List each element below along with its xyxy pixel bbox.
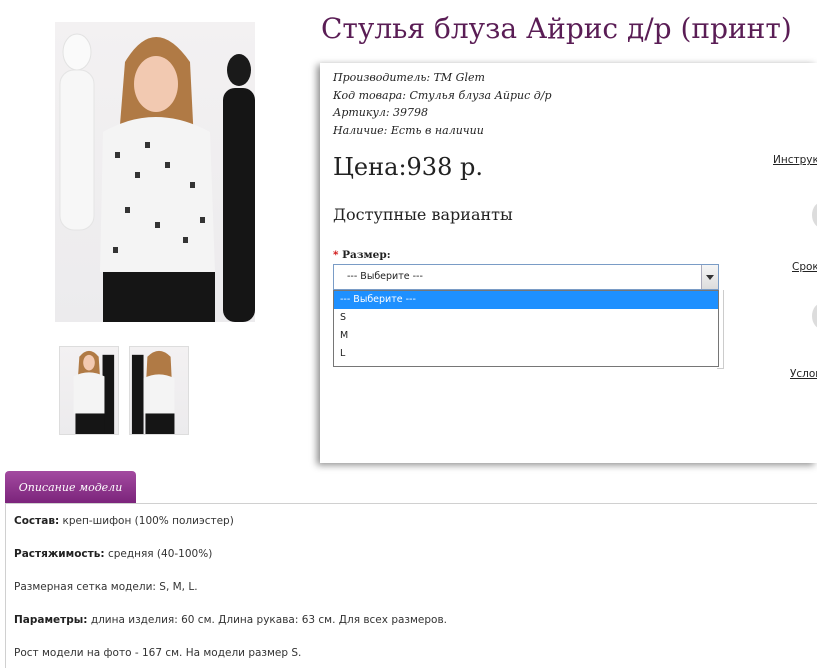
sku-row: Артикул: 39798 <box>333 104 552 122</box>
description-line-stretch: Растяжимость: средняя (40-100%) <box>14 548 212 560</box>
size-option-m[interactable]: M <box>334 327 718 345</box>
description-line-composition: Состав: креп-шифон (100% полиэстер) <box>14 515 234 527</box>
stock-label: Наличие: <box>333 123 388 137</box>
size-label-text: Размер: <box>342 249 391 261</box>
desc-value: средняя (40-100%) <box>107 548 213 560</box>
size-option-l[interactable]: L <box>334 345 718 363</box>
tab-model-description[interactable]: Описание модели <box>5 471 136 504</box>
size-select[interactable]: --- Выберите --- <box>333 264 719 290</box>
desc-label: Состав: <box>14 515 60 527</box>
product-info-panel: Производитель: TM Glem Код товара: Стуль… <box>320 63 817 463</box>
decorative-border-strip <box>0 662 817 668</box>
desc-value: Размерная сетка модели: S, M, L. <box>14 581 198 593</box>
terms-link[interactable]: Срок <box>792 261 817 273</box>
size-option-placeholder[interactable]: --- Выберите --- <box>334 291 718 309</box>
size-label: * Размер: <box>333 249 391 261</box>
manufacturer-value[interactable]: TM Glem <box>434 71 485 84</box>
product-code-row: Код товара: Стулья блуза Айрис д/р <box>333 87 552 105</box>
tab-content-border <box>5 503 6 668</box>
product-title: Стулья блуза Айрис д/р (принт) <box>321 12 792 45</box>
description-line-parameters: Параметры: длина изделия: 60 см. Длина р… <box>14 614 447 626</box>
conditions-link[interactable]: Услов <box>790 368 817 380</box>
variants-heading: Доступные варианты <box>333 205 513 224</box>
product-code-value: Стулья блуза Айрис д/р <box>409 88 552 102</box>
tab-divider <box>5 503 817 504</box>
size-dropdown-list[interactable]: --- Выберите --- S M L <box>333 290 719 367</box>
size-option-s[interactable]: S <box>334 309 718 327</box>
instructions-link[interactable]: Инструк <box>773 154 817 166</box>
product-main-image[interactable] <box>55 22 255 322</box>
desc-label: Параметры: <box>14 614 88 626</box>
product-thumbnail-2[interactable] <box>129 346 189 435</box>
chevron-down-icon[interactable] <box>701 265 718 289</box>
size-select-value: --- Выберите --- <box>347 271 423 282</box>
stock-row: Наличие: Есть в наличии <box>333 122 552 140</box>
desc-value: длина изделия: 60 см. Длина рукава: 63 с… <box>90 614 447 626</box>
sku-value: 39798 <box>393 106 429 119</box>
product-price: Цена:938 р. <box>333 153 483 181</box>
description-line-model-height: Рост модели на фото - 167 см. На модели … <box>14 647 301 659</box>
right-side-icon-1 <box>812 202 817 228</box>
manufacturer-row: Производитель: TM Glem <box>333 69 552 87</box>
desc-label: Растяжимость: <box>14 548 105 560</box>
sku-label: Артикул: <box>333 106 390 119</box>
product-thumbnail-1[interactable] <box>59 346 119 435</box>
required-mark: * <box>333 249 339 261</box>
stock-value: Есть в наличии <box>390 123 484 137</box>
product-meta: Производитель: TM Glem Код товара: Стуль… <box>333 69 552 139</box>
product-code-label: Код товара: <box>333 88 406 102</box>
description-line-sizes: Размерная сетка модели: S, M, L. <box>14 581 198 593</box>
desc-value: креп-шифон (100% полиэстер) <box>62 515 234 527</box>
manufacturer-label: Производитель: <box>333 71 431 84</box>
right-side-icon-2 <box>812 303 817 329</box>
desc-value: Рост модели на фото - 167 см. На модели … <box>14 647 302 659</box>
